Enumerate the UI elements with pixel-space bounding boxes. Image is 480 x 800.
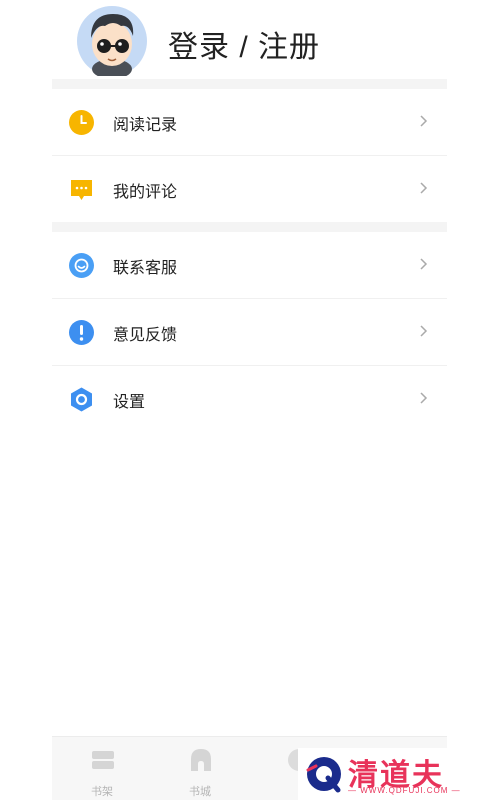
clock-icon — [69, 110, 94, 135]
bookstore-icon — [191, 749, 211, 771]
watermark-logo-icon — [306, 757, 341, 793]
menu-item-label: 意见反馈 — [113, 327, 178, 344]
bookshelf-icon — [92, 751, 114, 769]
tab-bookstore[interactable]: 书城 — [170, 737, 230, 800]
watermark: 清道夫 — WWW.QDFUJI.COM — — [298, 748, 478, 800]
menu-item-customer-service[interactable]: 联系客服 — [52, 232, 447, 298]
chevron-right-icon — [420, 325, 428, 337]
profile-header[interactable]: 登录 / 注册 — [0, 0, 480, 80]
tab-bookshelf[interactable]: 书架 — [72, 737, 132, 800]
chevron-right-icon — [420, 392, 428, 404]
menu-item-label: 联系客服 — [113, 260, 178, 277]
chevron-right-icon — [420, 182, 428, 194]
menu-item-label: 阅读记录 — [113, 117, 178, 134]
avatar[interactable] — [77, 6, 147, 76]
comment-icon — [71, 180, 92, 200]
section-separator — [52, 222, 447, 232]
chevron-right-icon — [420, 258, 428, 270]
section-separator — [52, 79, 447, 89]
tab-label: 书城 — [189, 786, 211, 798]
menu-item-label: 设置 — [113, 394, 146, 411]
chevron-right-icon — [420, 115, 428, 127]
menu-item-my-comments[interactable]: 我的评论 — [52, 156, 447, 222]
tab-label: 书架 — [91, 786, 113, 798]
exclamation-icon — [69, 320, 94, 345]
menu-item-feedback[interactable]: 意见反馈 — [52, 299, 447, 365]
menu-item-settings[interactable]: 设置 — [52, 366, 447, 432]
menu-item-reading-history[interactable]: 阅读记录 — [52, 89, 447, 155]
smile-icon — [69, 253, 94, 278]
login-register-link[interactable]: 登录 / 注册 — [168, 22, 320, 66]
watermark-url: — WWW.QDFUJI.COM — — [348, 786, 461, 795]
menu-item-label: 我的评论 — [113, 184, 178, 201]
settings-hex-icon — [71, 387, 92, 412]
